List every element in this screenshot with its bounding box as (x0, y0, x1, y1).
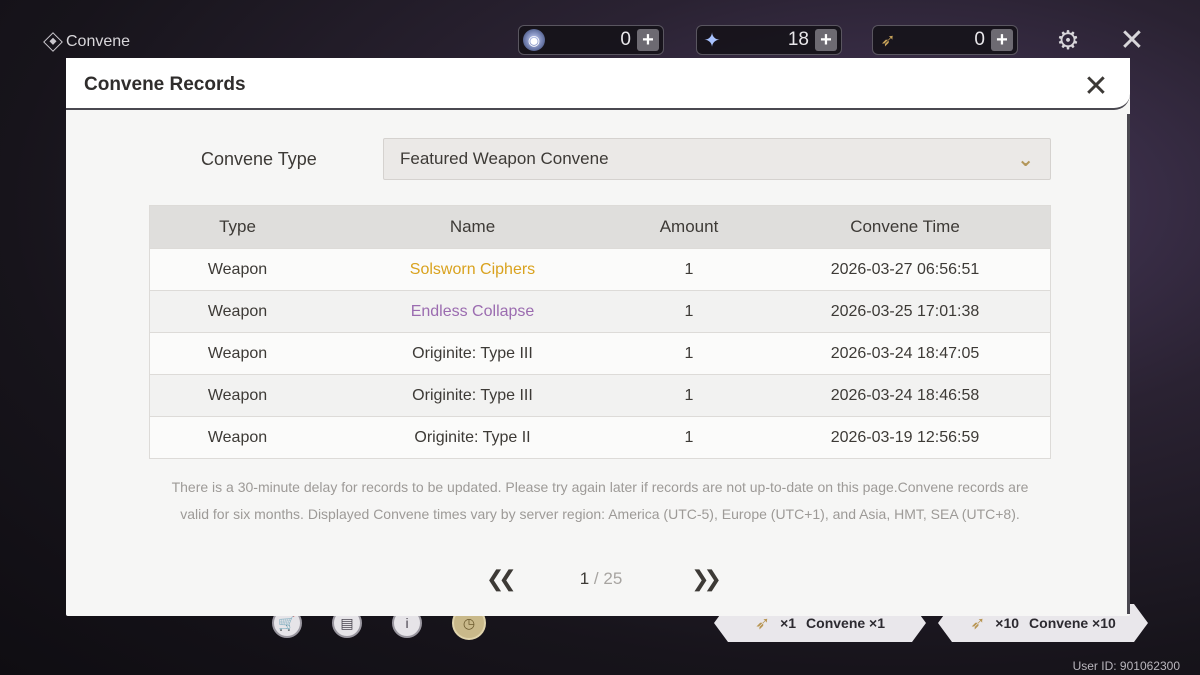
dialog-header: Convene Records ✕ (66, 58, 1130, 110)
cell-name: Originite: Type II (414, 428, 531, 446)
add-feather-button[interactable]: + (991, 29, 1013, 51)
pagination: ❮❮ 1 / 25 ❯❯ (486, 566, 722, 592)
settings-gear-icon[interactable]: ⚙ (1052, 24, 1084, 56)
cell-name: Endless Collapse (410, 302, 535, 320)
table-row: Weapon Solsworn Ciphers 1 2026-03-27 06:… (150, 248, 1050, 290)
cell-amount: 1 (684, 386, 694, 404)
pull-ten-label: Convene ×10 (1029, 615, 1116, 631)
records-delay-note: There is a 30-minute delay for records t… (171, 479, 1029, 522)
chevron-down-icon: ⌄ (1017, 148, 1034, 171)
cell-type: Weapon (207, 386, 268, 404)
currency-coin: ◉ 0 + (518, 25, 664, 55)
table-row: Weapon Endless Collapse 1 2026-03-25 17:… (150, 290, 1050, 332)
records-table: Type Name Amount Convene Time Weapon Sol… (149, 205, 1051, 459)
column-header-name: Name (449, 217, 496, 236)
table-row: Weapon Originite: Type III 1 2026-03-24 … (150, 374, 1050, 416)
cell-time: 2026-03-24 18:47:05 (830, 344, 980, 362)
convene-type-dropdown[interactable]: Featured Weapon Convene ⌄ (383, 138, 1051, 180)
cell-type: Weapon (207, 260, 268, 278)
pull-ten-count: ×10 (995, 615, 1020, 631)
table-header: Type Name Amount Convene Time (150, 206, 1050, 248)
page-title: Convene (43, 32, 131, 52)
current-page: 1 (579, 569, 590, 588)
pull-one-count: ×1 (780, 615, 797, 631)
cell-name: Originite: Type III (412, 386, 533, 404)
close-icon: ✕ (1083, 69, 1109, 103)
cell-type: Weapon (207, 428, 268, 446)
convene-type-label: Convene Type (201, 149, 317, 169)
page-title-label: Convene (66, 33, 131, 50)
cell-amount: 1 (684, 428, 694, 446)
total-pages: 25 (603, 569, 623, 588)
cell-time: 2026-03-27 06:56:51 (830, 260, 980, 278)
currency-coin-value: 0 (620, 29, 631, 50)
cell-type: Weapon (207, 344, 268, 362)
feather-icon: ➶ (880, 29, 896, 50)
previous-page-icon[interactable]: ❮❮ (486, 566, 517, 592)
column-header-amount: Amount (659, 217, 719, 236)
convene-type-value: Featured Weapon Convene (400, 149, 609, 168)
convene-records-dialog: Convene Records ✕ Convene Type Featured … (66, 58, 1130, 616)
table-row: Weapon Originite: Type II 1 2026-03-19 1… (150, 416, 1050, 458)
next-page-icon[interactable]: ❯❯ (691, 566, 722, 592)
convene-diamond-icon (43, 32, 63, 52)
cell-name: Originite: Type III (412, 344, 533, 362)
page-indicator: 1 / 25 (580, 569, 623, 589)
pull-one-label: Convene ×1 (806, 615, 886, 631)
cell-time: 2026-03-19 12:56:59 (830, 428, 980, 446)
column-header-time: Convene Time (850, 217, 960, 236)
cell-type: Weapon (207, 302, 268, 320)
dialog-edge-accent (1127, 114, 1130, 614)
close-page-icon[interactable]: ✕ (1116, 24, 1148, 57)
cell-time: 2026-03-24 18:46:58 (830, 386, 980, 404)
coin-icon: ◉ (523, 29, 545, 51)
add-star-button[interactable]: + (815, 29, 837, 51)
user-id: User ID: 901062300 (1072, 659, 1180, 673)
star-icon: ✦ (703, 29, 721, 52)
page-separator: / (589, 569, 604, 588)
dialog-title: Convene Records (84, 74, 246, 95)
column-header-type: Type (219, 217, 256, 236)
cell-amount: 1 (684, 302, 694, 320)
currency-star: ✦ 18 + (696, 25, 842, 55)
close-dialog-button[interactable]: ✕ (1078, 68, 1114, 104)
table-row: Weapon Originite: Type III 1 2026-03-24 … (150, 332, 1050, 374)
cell-time: 2026-03-25 17:01:38 (830, 302, 980, 320)
currency-feather: ➶ 0 + (872, 25, 1018, 55)
add-coin-button[interactable]: + (637, 29, 659, 51)
cell-name: Solsworn Ciphers (409, 260, 536, 278)
cell-amount: 1 (684, 344, 694, 362)
cell-amount: 1 (684, 260, 694, 278)
currency-star-value: 18 (787, 29, 809, 50)
currency-feather-value: 0 (974, 29, 985, 50)
